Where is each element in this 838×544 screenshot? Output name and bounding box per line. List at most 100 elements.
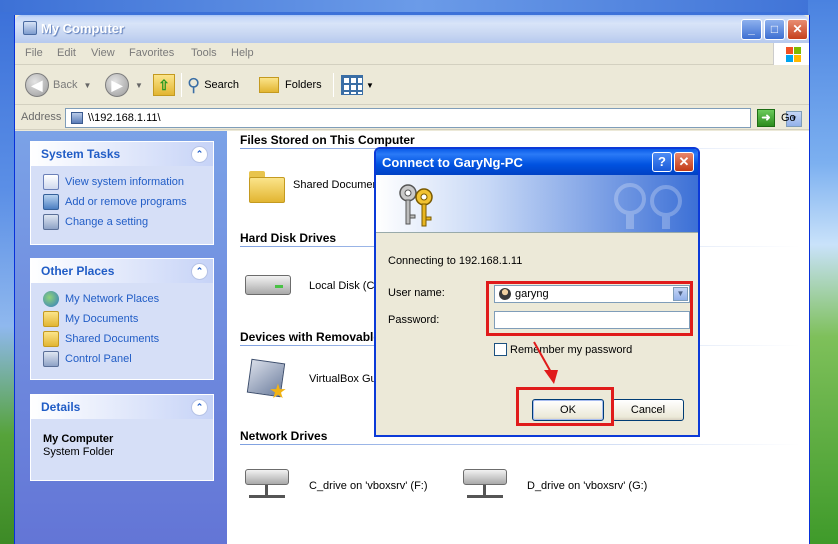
menu-favorites[interactable]: Favorites: [129, 47, 174, 59]
address-input[interactable]: \\192.168.1.11\ ▼: [65, 108, 802, 128]
system-tasks-title: System Tasks: [41, 147, 121, 161]
details-header[interactable]: Details ⌃: [31, 395, 213, 419]
chevron-down-icon: ▼: [366, 80, 374, 90]
link-label: View system information: [65, 176, 185, 188]
task-pane: System Tasks ⌃ View system information A…: [15, 131, 227, 544]
address-label: Address: [21, 111, 62, 123]
menu-help[interactable]: Help: [231, 47, 254, 59]
connecting-text: Connecting to 192.168.1.11: [388, 255, 523, 267]
local-disk-item[interactable]: Local Disk (C:): [243, 273, 381, 299]
details-name: My Computer: [43, 433, 114, 445]
item-label: C_drive on 'vboxsrv' (F:): [309, 480, 428, 492]
toolbar: ◀ Back ▼ ▶ ▼ ⇧ ⚲ Search Folders ▼: [15, 65, 809, 105]
other-places-panel: Other Places ⌃ My Network Places My Docu…: [30, 258, 214, 380]
other-places-title: Other Places: [41, 264, 115, 278]
toolbar-separator: [333, 73, 334, 97]
dialog-banner: [376, 175, 698, 233]
collapse-icon[interactable]: ⌃: [191, 146, 208, 163]
collapse-icon[interactable]: ⌃: [191, 263, 208, 280]
password-label: Password:: [388, 314, 440, 326]
close-button[interactable]: ✕: [787, 19, 808, 40]
menu-edit[interactable]: Edit: [57, 47, 76, 59]
dialog-title: Connect to GaryNg-PC: [382, 155, 523, 170]
virtualbox-cd-icon: ★: [245, 357, 289, 403]
desktop-background: [808, 0, 838, 544]
checkbox-box[interactable]: [494, 343, 507, 356]
system-tasks-header[interactable]: System Tasks ⌃: [31, 142, 213, 166]
control-panel-icon: [43, 214, 59, 230]
menu-tools[interactable]: Tools: [191, 47, 217, 59]
maximize-button[interactable]: □: [764, 19, 785, 40]
title-bar[interactable]: My Computer _ □ ✕: [15, 15, 809, 43]
change-setting-link[interactable]: Change a setting: [43, 214, 148, 230]
annotation-arrow-icon: [533, 341, 558, 384]
folders-label: Folders: [285, 79, 322, 91]
folder-icon: [43, 331, 59, 347]
group-divider: [240, 444, 800, 445]
details-type: System Folder: [43, 446, 114, 458]
menu-file[interactable]: File: [25, 47, 43, 59]
go-label: Go: [781, 112, 796, 124]
dialog-close-button[interactable]: ✕: [674, 152, 694, 172]
link-label: Change a setting: [65, 216, 149, 228]
my-computer-icon: [23, 21, 37, 35]
dialog-title-bar[interactable]: Connect to GaryNg-PC ? ✕: [376, 149, 698, 175]
network-computer-icon: [71, 112, 83, 124]
details-title: Details: [41, 400, 81, 414]
virtualbox-cd-item[interactable]: ★ VirtualBox Guest: [245, 357, 391, 403]
go-button[interactable]: ➜ Go: [757, 109, 796, 127]
go-arrow-icon: ➜: [757, 109, 775, 127]
shared-documents-item[interactable]: Shared Documen: [247, 169, 379, 203]
up-folder-button[interactable]: ⇧: [153, 72, 175, 98]
forward-arrow-icon: ▶: [105, 73, 129, 97]
address-bar: Address \\192.168.1.11\ ▼ ➜ Go: [15, 106, 809, 130]
group-network-heading: Network Drives: [240, 429, 328, 443]
folders-button[interactable]: Folders: [259, 72, 322, 98]
my-documents-link[interactable]: My Documents: [43, 311, 138, 327]
window-title: My Computer: [41, 21, 125, 36]
my-network-places-link[interactable]: My Network Places: [43, 291, 159, 307]
folders-icon: [259, 77, 279, 93]
windows-logo-icon: [773, 43, 809, 65]
credentials-highlight-box: [486, 281, 693, 336]
views-button[interactable]: ▼: [341, 72, 374, 98]
documents-folder-icon: [43, 311, 59, 327]
forward-button[interactable]: ▶ ▼: [105, 72, 143, 98]
network-drive-icon: [243, 467, 291, 505]
chevron-down-icon: ▼: [83, 80, 92, 90]
group-files-heading: Files Stored on This Computer: [240, 133, 415, 147]
c-drive-network-item[interactable]: C_drive on 'vboxsrv' (F:): [243, 467, 428, 505]
minimize-button[interactable]: _: [741, 19, 762, 40]
link-label: Shared Documents: [65, 333, 160, 345]
shared-documents-link[interactable]: Shared Documents: [43, 331, 159, 347]
details-panel: Details ⌃ My Computer System Folder: [30, 394, 214, 481]
add-remove-programs-link[interactable]: Add or remove programs: [43, 194, 187, 210]
system-info-icon: [43, 174, 59, 190]
username-label: User name:: [388, 287, 445, 299]
search-button[interactable]: ⚲ Search: [187, 72, 239, 98]
item-label: Shared Documen: [293, 179, 379, 191]
group-hdd-heading: Hard Disk Drives: [240, 231, 337, 245]
add-remove-icon: [43, 194, 59, 210]
keys-icon: [399, 184, 433, 227]
menu-view[interactable]: View: [91, 47, 115, 59]
help-button[interactable]: ?: [652, 152, 672, 172]
collapse-icon[interactable]: ⌃: [191, 399, 208, 416]
link-label: Add or remove programs: [65, 196, 187, 208]
other-places-header[interactable]: Other Places ⌃: [31, 259, 213, 283]
view-system-info-link[interactable]: View system information: [43, 174, 184, 190]
search-icon: ⚲: [187, 74, 201, 95]
back-button[interactable]: ◀ Back ▼: [25, 72, 91, 98]
views-icon: [341, 75, 363, 95]
banner-decoration: [614, 183, 682, 229]
item-label: D_drive on 'vboxsrv' (G:): [527, 480, 648, 492]
up-folder-icon: ⇧: [153, 74, 175, 96]
search-label: Search: [204, 79, 240, 91]
back-arrow-icon: ◀: [25, 73, 49, 97]
group-removable-heading: Devices with Removable: [240, 330, 381, 344]
desktop-background-top: [0, 0, 838, 12]
d-drive-network-item[interactable]: D_drive on 'vboxsrv' (G:): [461, 467, 647, 505]
control-panel-link[interactable]: Control Panel: [43, 351, 132, 367]
chevron-down-icon: ▼: [135, 80, 143, 90]
cancel-button[interactable]: Cancel: [612, 399, 684, 421]
